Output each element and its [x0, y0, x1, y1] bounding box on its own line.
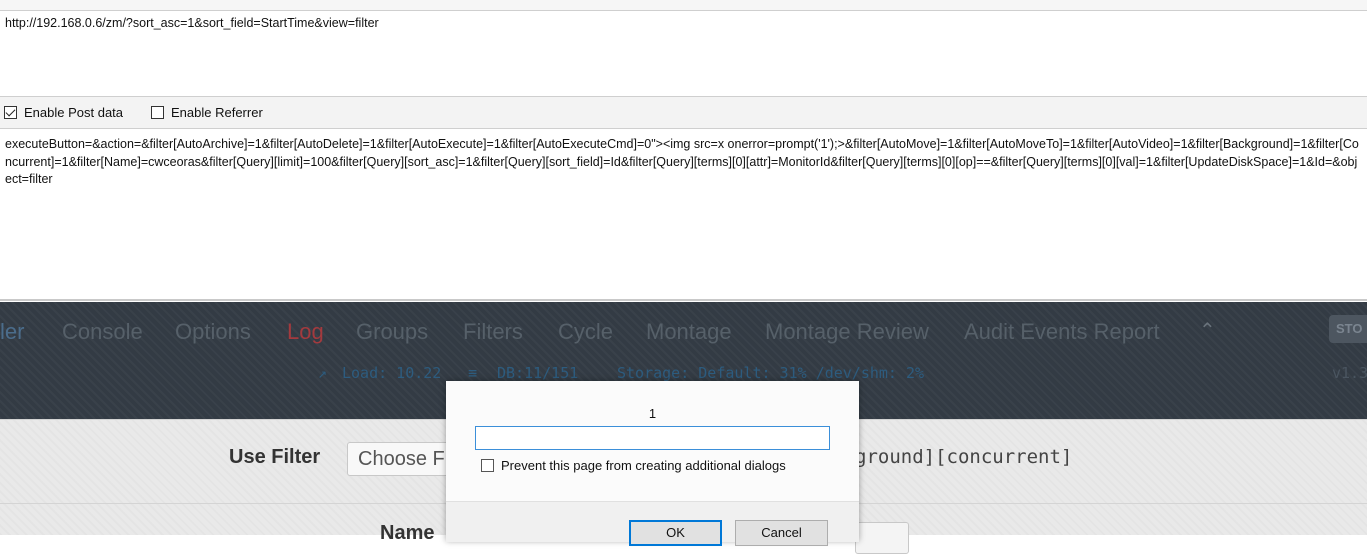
nav-item-montage-review[interactable]: Montage Review	[765, 319, 929, 345]
version-label: v1.3	[1332, 364, 1367, 382]
url-field[interactable]: http://192.168.0.6/zm/?sort_asc=1&sort_f…	[0, 11, 1367, 97]
enable-referrer-option[interactable]: Enable Referrer	[151, 105, 263, 120]
selected-filter-text: ground][concurrent]	[855, 446, 1073, 468]
hackbar-toolbar-strip	[0, 0, 1367, 11]
enable-post-label: Enable Post data	[24, 105, 124, 120]
nav-item-log[interactable]: Log	[287, 319, 324, 345]
enable-post-checkbox[interactable]	[4, 106, 17, 119]
post-data-text: executeButton=&action=&filter[AutoArchiv…	[5, 137, 1359, 186]
nav-item-cycle[interactable]: Cycle	[558, 319, 613, 345]
url-text: http://192.168.0.6/zm/?sort_asc=1&sort_f…	[5, 16, 379, 30]
dialog-body: 1 Prevent this page from creating additi…	[446, 381, 859, 501]
load-status: Load: 10.22	[342, 364, 442, 382]
nav-item-filters[interactable]: Filters	[463, 319, 523, 345]
prevent-dialogs-label: Prevent this page from creating addition…	[501, 458, 786, 473]
enable-referrer-checkbox[interactable]	[151, 106, 164, 119]
prompt-dialog: 1 Prevent this page from creating additi…	[446, 381, 859, 546]
dialog-message: 1	[648, 406, 657, 421]
hackbar-options: Enable Post data Enable Referrer	[0, 97, 1367, 129]
brand-link[interactable]: ler	[0, 319, 24, 345]
nav-item-options[interactable]: Options	[175, 319, 251, 345]
nav-item-console[interactable]: Console	[62, 319, 143, 345]
post-data-field[interactable]: executeButton=&action=&filter[AutoArchiv…	[0, 129, 1367, 301]
use-filter-label: Use Filter	[229, 446, 321, 468]
database-icon: ≡	[468, 364, 478, 382]
name-input[interactable]	[855, 522, 909, 554]
enable-referrer-label: Enable Referrer	[171, 105, 263, 120]
nav-item-montage[interactable]: Montage	[646, 319, 732, 345]
prompt-input[interactable]	[475, 426, 830, 450]
cancel-button[interactable]: Cancel	[735, 520, 828, 546]
nav-item-groups[interactable]: Groups	[356, 319, 428, 345]
enable-post-option[interactable]: Enable Post data	[4, 105, 123, 120]
chevron-up-icon[interactable]: ⌃	[1199, 318, 1216, 343]
trend-icon: ↗	[318, 364, 328, 382]
prevent-dialogs-option[interactable]: Prevent this page from creating addition…	[481, 458, 786, 473]
nav-item-audit-events-report[interactable]: Audit Events Report	[964, 319, 1160, 345]
db-status: DB:11/151	[497, 364, 579, 382]
prevent-dialogs-checkbox[interactable]	[481, 459, 494, 472]
dialog-button-bar: OK Cancel	[446, 501, 859, 546]
storage-status[interactable]: Storage: Default: 31% /dev/shm: 2%	[617, 364, 924, 382]
stop-button[interactable]: STO	[1329, 315, 1367, 343]
ok-button[interactable]: OK	[629, 520, 722, 546]
